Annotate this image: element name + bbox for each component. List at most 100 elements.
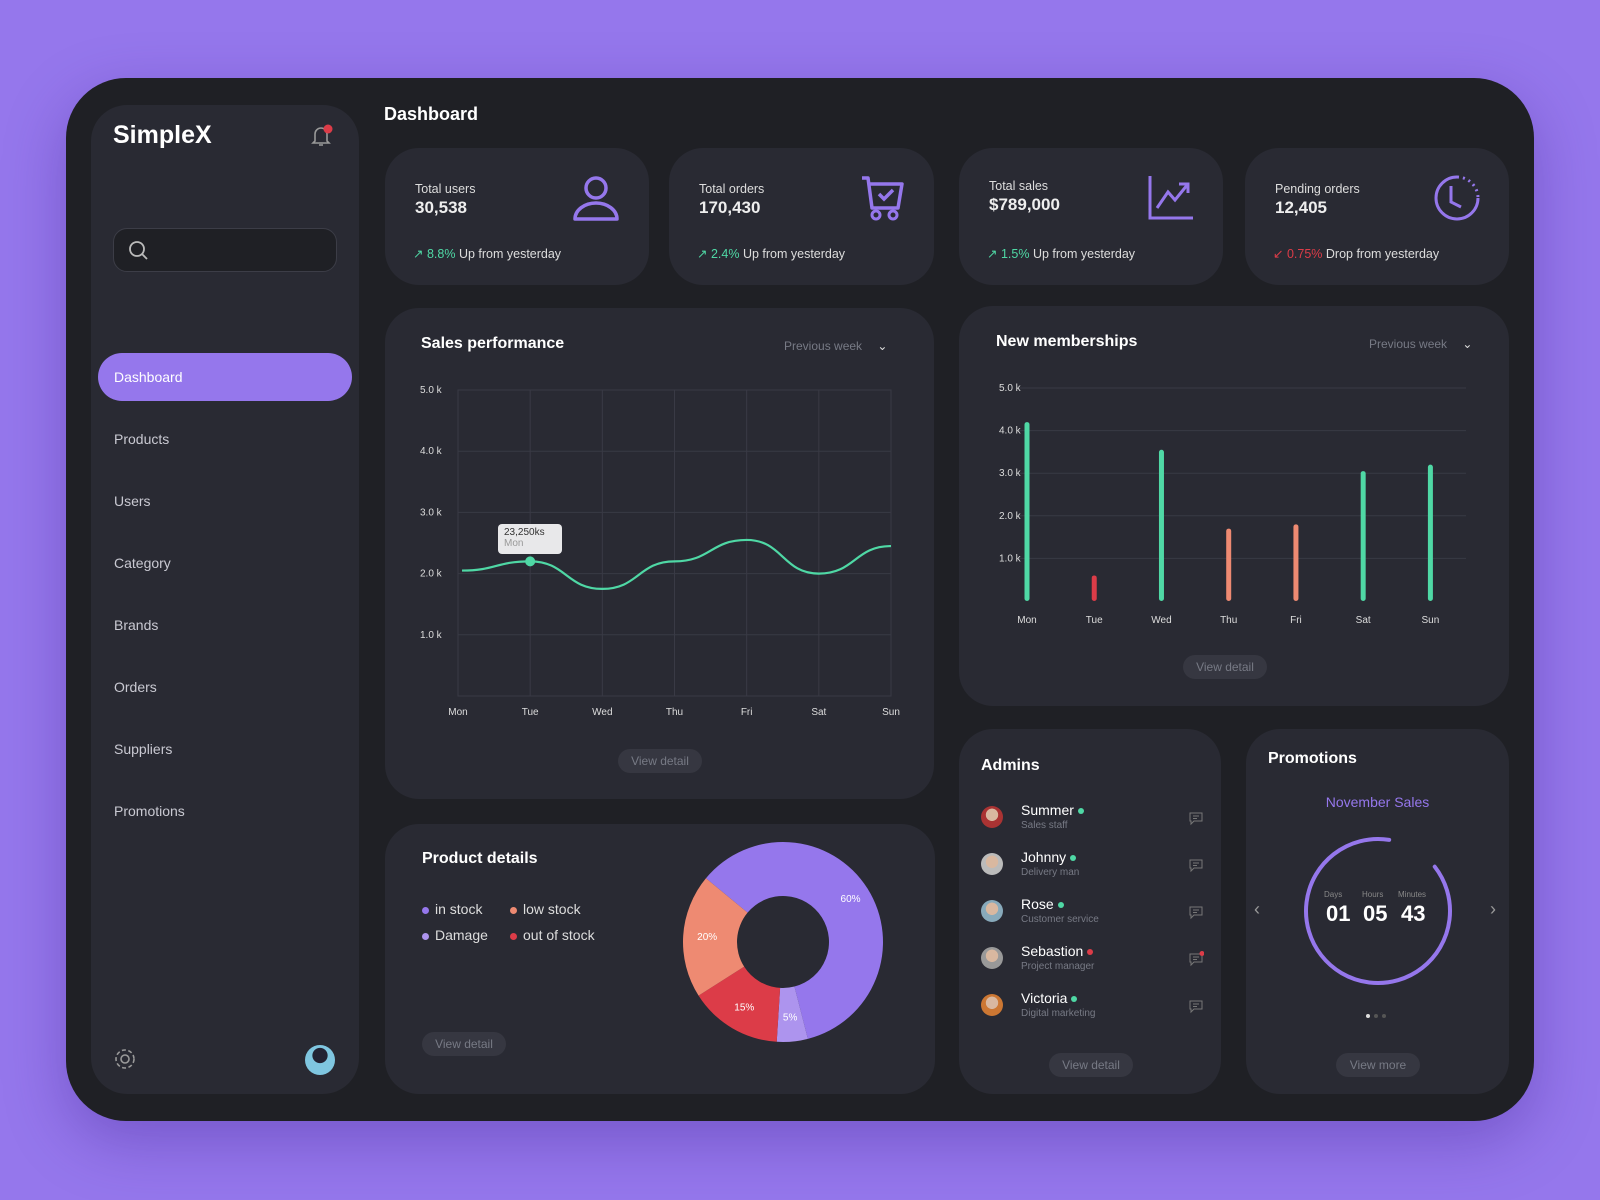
sidebar-item-orders[interactable]: Orders: [98, 663, 352, 711]
promotion-name: November Sales: [1325, 794, 1430, 810]
carousel-dot[interactable]: [1374, 1013, 1378, 1018]
page-title: Dashboard: [384, 104, 479, 124]
sidebar-item-users[interactable]: Users: [98, 477, 352, 525]
stat-label: Total users: [415, 182, 476, 196]
admin-role: Sales staff: [1021, 820, 1068, 831]
bar: [1427, 464, 1433, 601]
slice-label: 5%: [783, 1013, 798, 1024]
legend-low-stock: low stock: [510, 901, 581, 917]
admin-role: Delivery man: [1021, 867, 1080, 878]
admin-list-item[interactable]: Victoria Digital marketing: [981, 990, 1211, 1030]
sidebar-item-brands[interactable]: Brands: [98, 601, 352, 649]
message-icon[interactable]: [1188, 951, 1204, 967]
x-tick-label: Sun: [1422, 615, 1440, 626]
hours-value: 05: [1363, 901, 1388, 926]
chart-tooltip: 23,250ks Mon: [498, 524, 562, 554]
chevron-left-icon[interactable]: ‹: [1254, 899, 1260, 920]
admin-list-item[interactable]: Johnny Delivery man: [981, 849, 1211, 889]
card-title: Product details: [422, 850, 538, 867]
trend-up-icon: ↗: [413, 247, 427, 261]
admin-name-text: Summer: [1021, 802, 1074, 818]
chevron-right-icon[interactable]: ›: [1490, 899, 1496, 920]
user-icon: [573, 176, 619, 221]
admin-list-item[interactable]: Sebastion Project manager: [981, 943, 1211, 983]
admin-list-item[interactable]: Summer Sales staff: [981, 802, 1211, 842]
y-tick-label: 5.0 k: [999, 383, 1022, 394]
product-donut-chart: 60% 5% 15% 20%: [683, 842, 883, 1042]
stat-change: 2.4%: [710, 247, 740, 261]
bar: [1158, 449, 1164, 601]
legend-dot: [510, 906, 517, 914]
view-detail-button[interactable]: View detail: [1183, 655, 1267, 679]
days-label: Days: [1324, 890, 1343, 899]
avatar: [981, 947, 1003, 969]
stat-card-total-sales: Total sales $789,000 ↗ 1.5% Up from yest…: [959, 148, 1223, 285]
message-icon[interactable]: [1188, 857, 1204, 873]
new-memberships-card: New memberships Previous week ⌄ 1.0 k 2.0…: [959, 306, 1509, 706]
sales-line-chart: 1.0 k 2.0 k 3.0 k 4.0 k 5.0 k Mon Tue Wed Thu Fri…: [420, 385, 900, 718]
stat-card-pending-orders: Pending orders 12,405 ↙ 0.75% Drop from …: [1245, 148, 1509, 285]
carousel-dot[interactable]: [1366, 1013, 1370, 1018]
stat-change-text: Up from yesterday: [742, 247, 846, 261]
stat-change-text: Up from yesterday: [458, 247, 562, 261]
carousel-dot[interactable]: [1382, 1013, 1386, 1018]
y-tick-label: 2.0 k: [420, 569, 443, 580]
sidebar-item-category[interactable]: Category: [98, 539, 352, 587]
x-tick-label: Thu: [666, 707, 683, 718]
y-tick-label: 1.0 k: [420, 630, 443, 641]
stat-change-text: Up from yesterday: [1032, 247, 1136, 261]
trend-up-icon: ↗: [987, 247, 1001, 261]
x-tick-label: Thu: [1220, 615, 1237, 626]
legend-dot: [422, 932, 429, 940]
admin-role: Project manager: [1021, 961, 1095, 972]
bell-icon[interactable]: [309, 123, 335, 149]
stat-value: 12,405: [1275, 198, 1327, 217]
view-detail-button[interactable]: View detail: [422, 1032, 506, 1056]
gear-icon[interactable]: [111, 1045, 139, 1073]
x-tick-label: Tue: [1086, 615, 1103, 626]
sidebar-item-promotions[interactable]: Promotions: [98, 787, 352, 835]
status-dot: [1071, 996, 1078, 1003]
admin-list-item[interactable]: Rose Customer service: [981, 896, 1211, 936]
view-more-button[interactable]: View more: [1336, 1053, 1420, 1077]
sidebar-item-products[interactable]: Products: [98, 415, 352, 463]
stat-change: 1.5%: [1000, 247, 1030, 261]
avatar: [981, 806, 1003, 828]
x-tick-label: Wed: [592, 707, 612, 718]
card-title: Admins: [981, 757, 1040, 774]
admin-name: Johnny: [1021, 849, 1082, 865]
admin-name: Rose: [1021, 896, 1070, 912]
avatar[interactable]: [305, 1045, 335, 1075]
stat-trend: ↗ 2.4% Up from yesterday: [697, 246, 845, 261]
view-detail-button[interactable]: View detail: [1049, 1053, 1133, 1077]
admin-name: Summer: [1021, 802, 1090, 818]
message-icon[interactable]: [1188, 998, 1204, 1014]
stat-change: 0.75%: [1286, 247, 1323, 261]
admin-name: Sebastion: [1021, 943, 1099, 959]
sidebar-item-dashboard[interactable]: Dashboard: [98, 353, 352, 401]
status-dot: [1077, 808, 1084, 815]
stat-change: 8.8%: [426, 247, 456, 261]
avatar: [981, 853, 1003, 875]
legend-label: in stock: [435, 901, 483, 917]
legend-label: out of stock: [523, 927, 595, 943]
stat-label: Total orders: [699, 182, 765, 196]
y-tick-label: 5.0 k: [420, 385, 443, 396]
y-tick-label: 3.0 k: [420, 507, 443, 518]
product-details-card: Product details in stock low stock Damag…: [385, 824, 935, 1094]
bar: [1091, 575, 1097, 601]
sidebar: SimpleX Dashboard Products Users Categor…: [91, 105, 359, 1094]
carousel-dots: [1366, 1007, 1392, 1025]
message-icon[interactable]: [1188, 904, 1204, 920]
sidebar-item-suppliers[interactable]: Suppliers: [98, 725, 352, 773]
memberships-bar-chart: 1.0 k 2.0 k 3.0 k 4.0 k 5.0 k Mon Tue Wed Thu Fri…: [999, 383, 1466, 626]
status-dot: [1087, 949, 1094, 956]
stat-value: $789,000: [989, 195, 1060, 214]
view-detail-button[interactable]: View detail: [618, 749, 702, 773]
search-input[interactable]: [113, 228, 337, 272]
x-tick-label: Fri: [741, 707, 753, 718]
avatar: [981, 994, 1003, 1016]
message-icon[interactable]: [1188, 810, 1204, 826]
status-dot: [1070, 855, 1077, 862]
x-tick-label: Sun: [882, 707, 900, 718]
